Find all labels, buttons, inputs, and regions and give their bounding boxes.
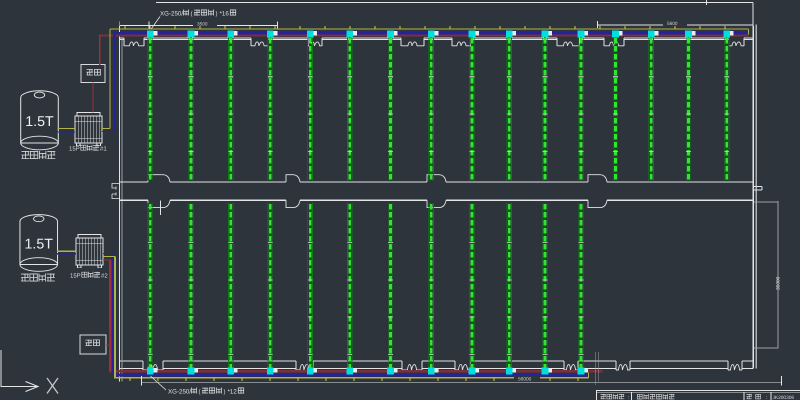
svg-text:JK200306: JK200306: [773, 395, 795, 400]
svg-text:5600: 5600: [667, 21, 678, 26]
svg-text:XG-250/: XG-250/: [160, 11, 183, 18]
svg-text:1.5T: 1.5T: [25, 114, 54, 130]
svg-text:XG-250/: XG-250/: [168, 389, 191, 396]
svg-text:): ): [224, 389, 226, 396]
svg-text:(: (: [191, 11, 193, 18]
svg-text:(: (: [199, 389, 201, 396]
svg-text:15P: 15P: [70, 273, 81, 280]
svg-text:15P: 15P: [69, 146, 80, 153]
svg-text:*16: *16: [220, 11, 230, 18]
svg-text:#2: #2: [101, 273, 108, 280]
svg-text::: :: [766, 395, 768, 400]
svg-text:56000: 56000: [518, 377, 532, 383]
svg-text:1.5T: 1.5T: [25, 237, 54, 253]
svg-text::: :: [628, 395, 630, 400]
svg-text:3500: 3500: [197, 22, 208, 27]
svg-text:*12: *12: [228, 389, 238, 396]
svg-text:35000: 35000: [776, 276, 782, 290]
svg-text:): ): [216, 11, 218, 18]
svg-text:#1: #1: [100, 146, 107, 153]
